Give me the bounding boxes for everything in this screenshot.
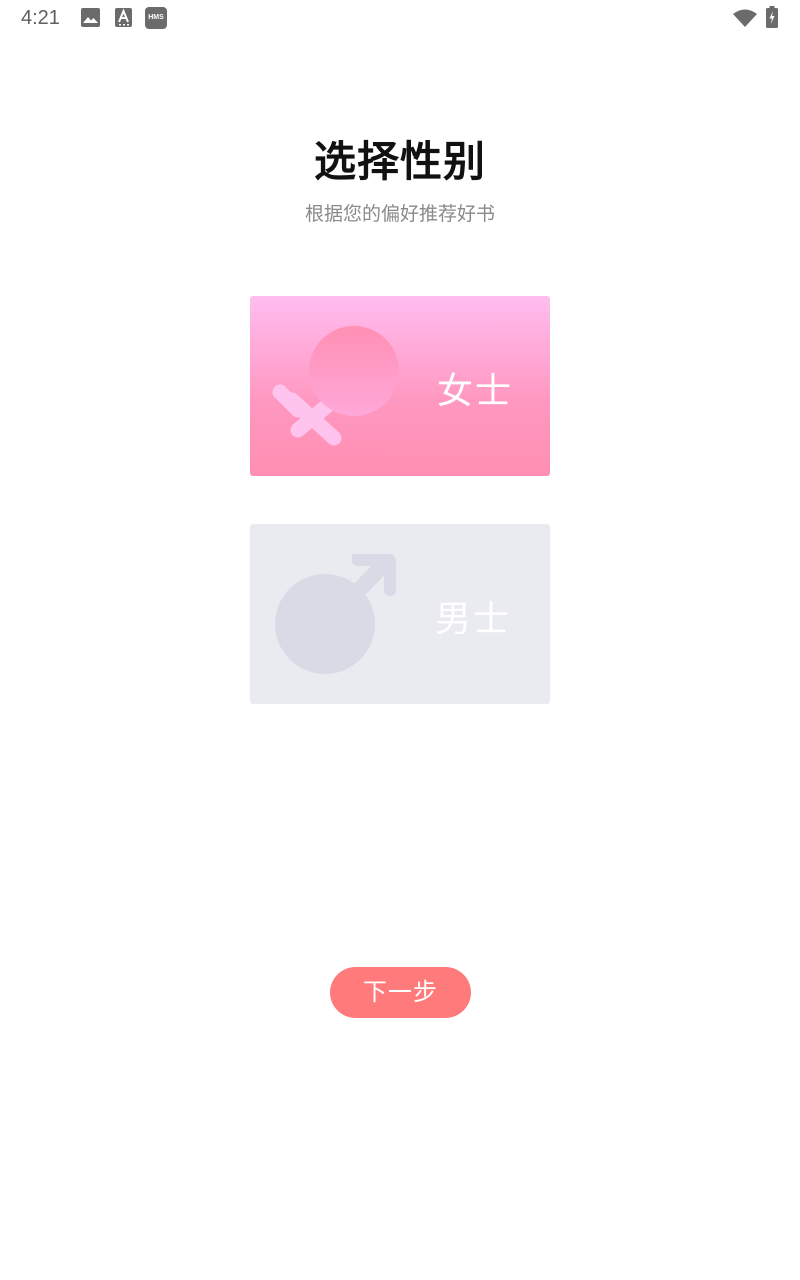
male-option-card[interactable]: 男士	[250, 524, 550, 704]
female-symbol-icon	[272, 326, 399, 446]
text-a-icon	[115, 8, 132, 27]
hms-icon: HMS	[145, 7, 167, 29]
status-bar: 4:21 HMS	[0, 0, 800, 38]
female-label: 女士	[437, 371, 514, 412]
page-title: 选择性别	[313, 137, 486, 186]
page-subtitle: 根据您的偏好推荐好书	[304, 203, 495, 225]
wifi-icon	[733, 9, 757, 27]
male-symbol-icon	[275, 554, 396, 674]
status-time: 4:21	[21, 7, 60, 29]
next-step-button[interactable]: 下一步	[330, 967, 471, 1018]
image-icon	[81, 8, 100, 27]
battery-charging-icon	[766, 6, 778, 28]
female-option-card[interactable]: 女士	[250, 296, 550, 476]
male-label: 男士	[435, 599, 512, 640]
